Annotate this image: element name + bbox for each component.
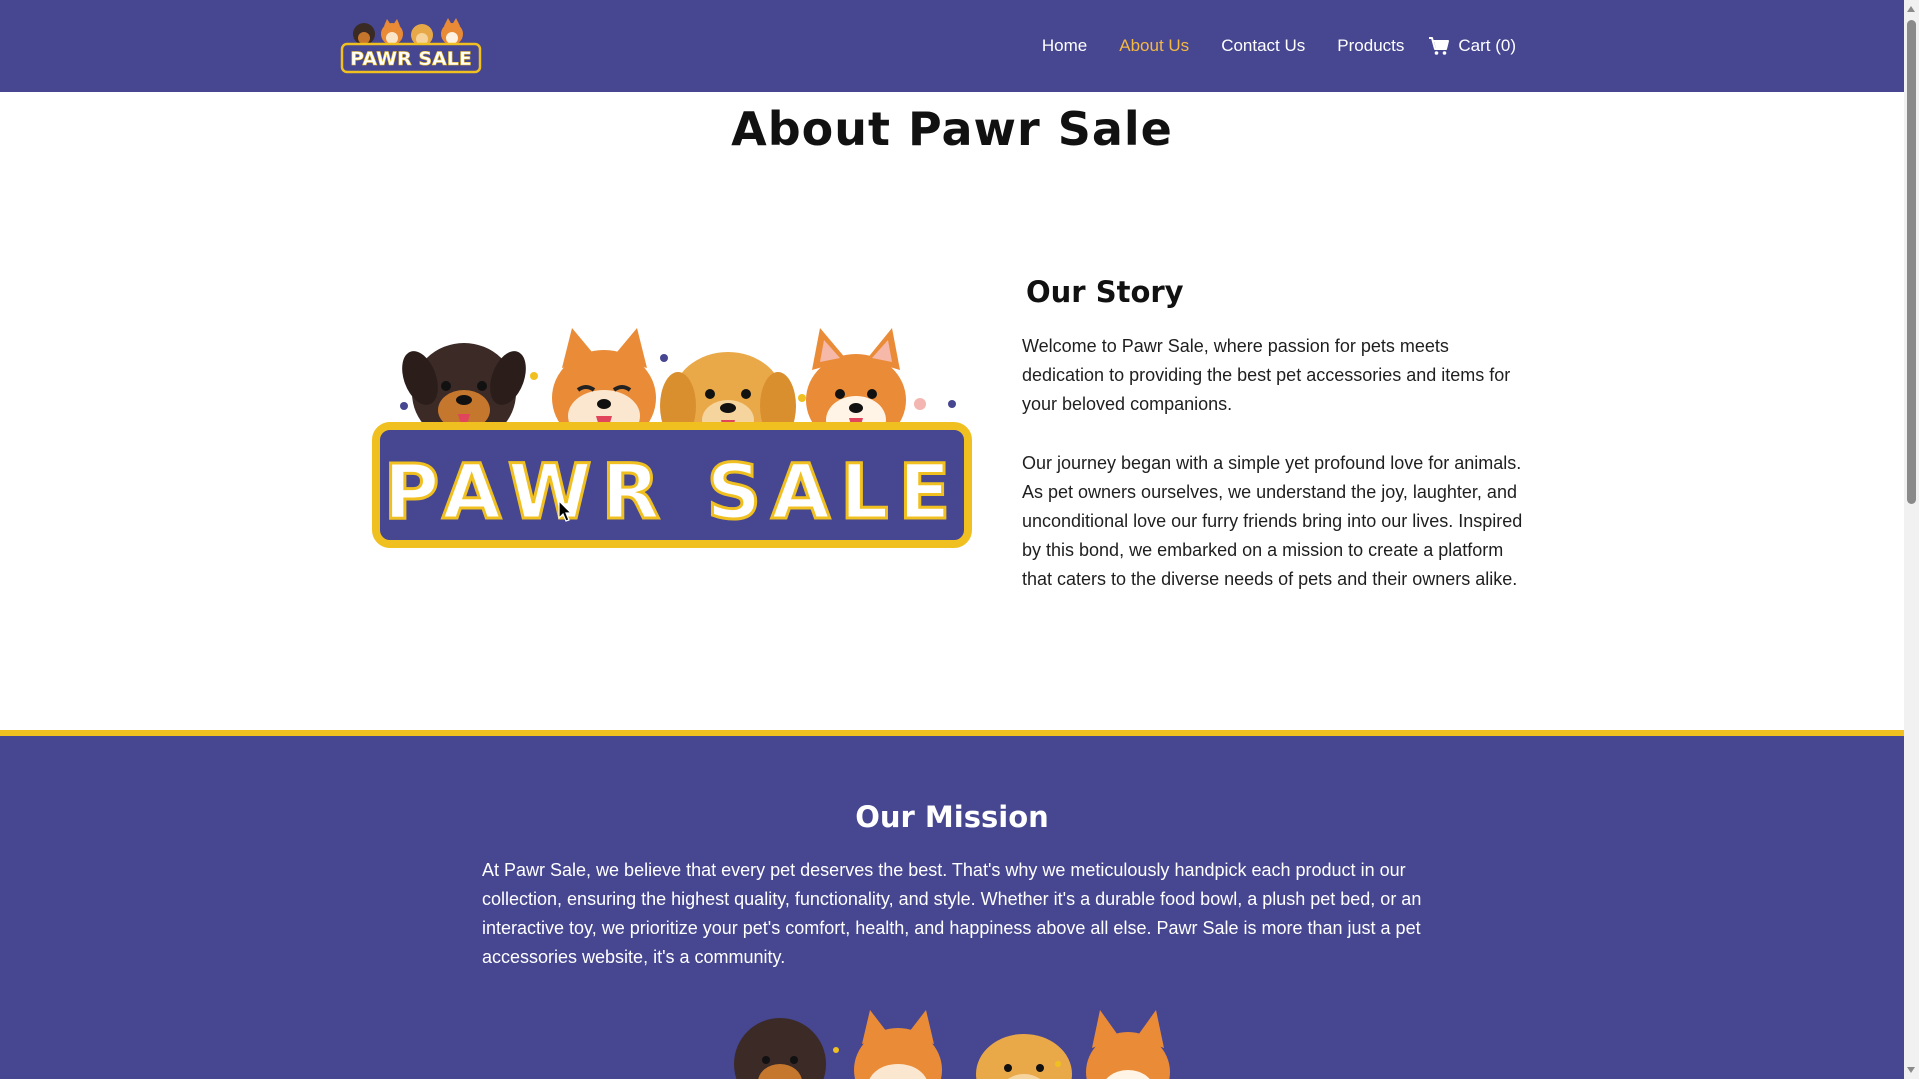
navbar: PAWR SALE Home About Us Contact Us Produ… (0, 0, 1904, 92)
page-title: About Pawr Sale (731, 102, 1173, 156)
nav-menu: Home About Us Contact Us Products Cart (… (1042, 0, 1516, 92)
nav-link-products[interactable]: Products (1337, 36, 1404, 56)
story-heading: Our Story (1026, 275, 1184, 309)
mouse-cursor-icon (558, 500, 573, 522)
mission-dogs-image (734, 1010, 1170, 1079)
brand-logo[interactable]: PAWR SALE (340, 18, 482, 74)
page: PAWR SALE Home About Us Contact Us Produ… (0, 0, 1904, 1079)
scroll-up-arrow-icon[interactable] (1907, 6, 1915, 12)
nav-link-home[interactable]: Home (1042, 36, 1087, 56)
scroll-down-arrow-icon[interactable] (1907, 1067, 1915, 1073)
scrollbar-thumb[interactable] (1907, 20, 1916, 504)
mission-text: At Pawr Sale, we believe that every pet … (482, 860, 1422, 967)
story-logo-image: PAWR SALE (372, 328, 972, 548)
cart-link[interactable]: Cart (0) (1428, 36, 1516, 56)
cart-label: Cart (0) (1458, 36, 1516, 55)
vertical-scrollbar[interactable] (1904, 0, 1919, 1079)
story-paragraph-2: Our journey began with a simple yet prof… (1022, 453, 1523, 589)
mission-section: Our Mission At Pawr Sale, we believe tha… (0, 730, 1904, 1079)
mission-heading: Our Mission (855, 800, 1049, 834)
nav-link-contact-us[interactable]: Contact Us (1221, 36, 1305, 56)
story-logo-text: PAWR SALE (384, 447, 961, 536)
cart-icon (1429, 37, 1450, 55)
story-paragraph-1: Welcome to Pawr Sale, where passion for … (1022, 336, 1511, 414)
nav-link-about-us[interactable]: About Us (1119, 36, 1189, 56)
logo-text: PAWR SALE (350, 48, 472, 70)
